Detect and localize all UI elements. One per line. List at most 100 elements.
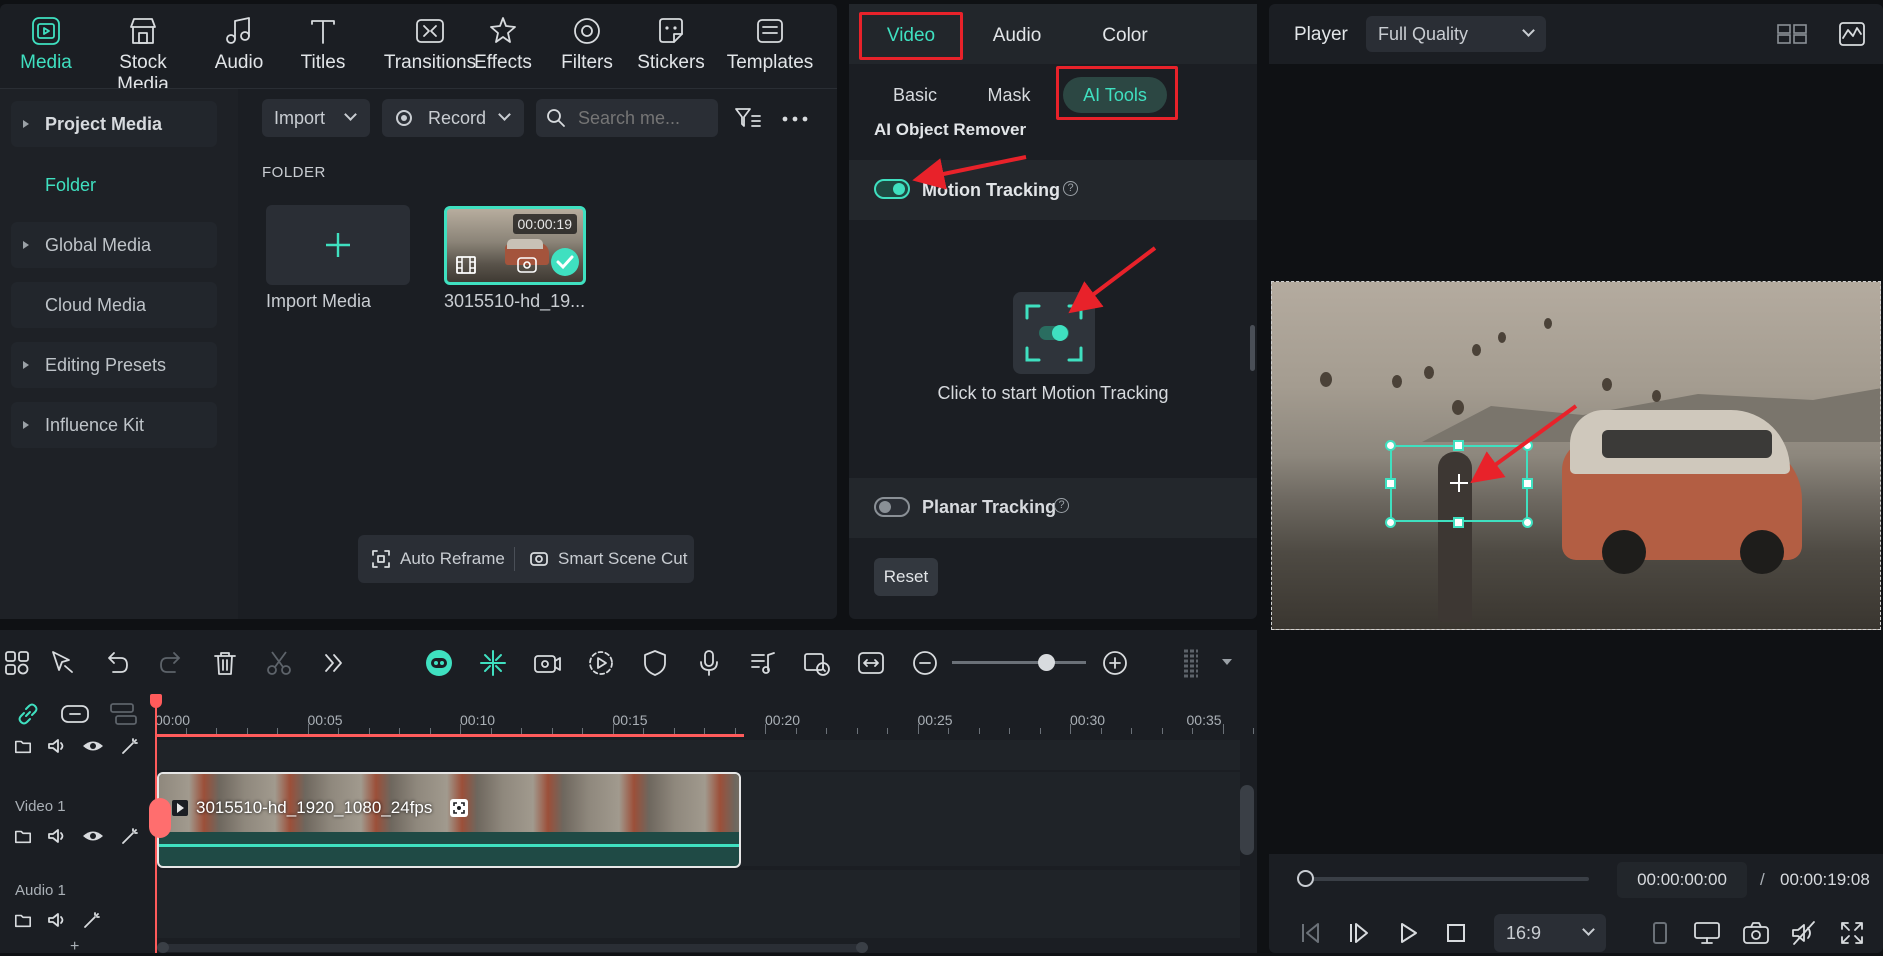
current-time[interactable]: 00:00:00:00 (1617, 862, 1747, 898)
speaker-icon[interactable] (47, 910, 67, 930)
previous-frame-icon[interactable] (1297, 920, 1323, 946)
toolbar-media[interactable]: Media (10, 14, 82, 84)
folder-lock-icon[interactable] (14, 737, 32, 755)
zoom-slider[interactable] (952, 654, 1086, 671)
display-icon[interactable] (1693, 920, 1721, 946)
sidebar-item-global-media[interactable]: Global Media (11, 222, 217, 268)
tracking-handle[interactable] (1385, 517, 1396, 528)
track-density-icon[interactable] (1176, 648, 1206, 678)
microphone-icon[interactable] (694, 648, 724, 678)
shield-mask-icon[interactable] (640, 648, 670, 678)
snapshot-camera-icon[interactable] (1742, 920, 1770, 946)
zoom-knob[interactable] (1037, 654, 1055, 671)
audio-list-icon[interactable] (748, 648, 778, 678)
tab-color[interactable]: Color (1076, 14, 1174, 58)
folder-lock-icon[interactable] (14, 911, 32, 929)
link-clip-icon[interactable] (60, 700, 90, 728)
preview-render-icon[interactable] (802, 648, 832, 678)
scrollbar-knob[interactable] (856, 942, 868, 953)
magic-wand-icon[interactable] (120, 736, 140, 756)
subtab-basic[interactable]: Basic (880, 78, 950, 112)
motion-tracking-toggle[interactable] (874, 179, 910, 199)
toolbar-stock-media[interactable]: Stock Media (92, 14, 194, 95)
video-preview[interactable] (1271, 281, 1881, 630)
toolbar-stickers[interactable]: Stickers (632, 14, 710, 84)
link-icon[interactable] (14, 700, 42, 728)
scopes-icon[interactable] (1838, 20, 1866, 48)
undo-icon[interactable] (102, 648, 132, 678)
ai-copilot-icon[interactable] (424, 648, 454, 678)
toolbar-titles[interactable]: Titles (286, 14, 360, 84)
track-density-dropdown[interactable] (1222, 659, 1232, 665)
magic-wand-icon[interactable] (82, 910, 102, 930)
delete-trash-icon[interactable] (210, 648, 240, 678)
marker-icon[interactable] (1647, 920, 1673, 946)
import-media-tile[interactable] (266, 205, 410, 285)
smart-scene-cut-button[interactable]: Smart Scene Cut (528, 535, 687, 583)
tracking-handle[interactable] (1453, 440, 1464, 451)
record-button[interactable]: Record (382, 99, 524, 137)
magic-wand-icon[interactable] (120, 826, 140, 846)
start-motion-tracking-button[interactable] (1013, 292, 1095, 374)
clip-thumbnail[interactable]: 00:00:19 (444, 206, 586, 285)
toolbar-audio[interactable]: Audio (204, 14, 274, 84)
subtab-mask[interactable]: Mask (974, 78, 1044, 112)
clip-trim-handle[interactable] (149, 798, 171, 838)
planar-tracking-toggle[interactable] (874, 497, 910, 517)
zoom-in-icon[interactable] (1100, 648, 1130, 678)
layout-grid-icon[interactable] (1776, 22, 1808, 46)
tracking-handle[interactable] (1522, 478, 1533, 489)
timeline-video-clip[interactable]: 3015510-hd_1920_1080_24fps (157, 772, 741, 868)
fit-width-icon[interactable] (856, 648, 886, 678)
tracking-handle[interactable] (1522, 517, 1533, 528)
speaker-icon[interactable] (47, 826, 67, 846)
select-cursor-icon[interactable] (48, 648, 78, 678)
scrollbar-knob[interactable] (157, 942, 169, 953)
auto-reframe-button[interactable]: Auto Reframe (370, 535, 505, 583)
properties-scrollbar[interactable] (1250, 325, 1255, 371)
sidebar-item-project-media[interactable]: Project Media (11, 101, 217, 147)
sidebar-item-cloud-media[interactable]: Cloud Media (11, 282, 217, 328)
aspect-ratio-dropdown[interactable]: 16:9 (1494, 914, 1606, 952)
tab-audio[interactable]: Audio (968, 14, 1066, 58)
mute-volume-icon[interactable] (1790, 920, 1818, 946)
add-track-icon[interactable]: + (70, 938, 79, 956)
reset-button[interactable]: Reset (874, 558, 938, 596)
track-manage-icon[interactable] (108, 700, 138, 728)
smart-cutout-icon[interactable] (478, 648, 508, 678)
sidebar-item-folder[interactable]: Folder (11, 162, 217, 208)
progress-knob[interactable] (1297, 870, 1314, 887)
media-search[interactable] (536, 99, 718, 137)
timeline-horizontal-scrollbar[interactable] (162, 944, 862, 952)
toolbar-filters[interactable]: Filters (552, 14, 622, 84)
sidebar-item-influence-kit[interactable]: Influence Kit (11, 402, 217, 448)
tracking-handle[interactable] (1522, 440, 1533, 451)
tracking-handle[interactable] (1385, 478, 1396, 489)
toolbar-effects[interactable]: Effects (468, 14, 538, 84)
playhead-handle[interactable] (150, 694, 162, 708)
toolbar-templates[interactable]: Templates (716, 14, 824, 84)
playback-progress[interactable] (1297, 870, 1589, 887)
stop-icon[interactable] (1443, 920, 1469, 946)
tracking-handle[interactable] (1453, 517, 1464, 528)
filter-sort-icon[interactable] (733, 104, 763, 134)
timeline-vertical-scrollbar[interactable] (1240, 785, 1254, 855)
record-screen-icon[interactable] (532, 648, 562, 678)
sidebar-item-editing-presets[interactable]: Editing Presets (11, 342, 217, 388)
play-icon[interactable] (1395, 920, 1421, 946)
more-tools-chevron-icon[interactable] (318, 648, 348, 678)
redo-icon[interactable] (156, 648, 186, 678)
next-frame-icon[interactable] (1346, 920, 1372, 946)
scissors-icon[interactable] (264, 648, 294, 678)
help-icon[interactable]: ? (1063, 181, 1078, 196)
zoom-out-icon[interactable] (910, 648, 940, 678)
fullscreen-icon[interactable] (1839, 920, 1865, 946)
import-button[interactable]: Import (262, 99, 370, 137)
search-input[interactable] (578, 105, 708, 131)
eye-icon[interactable] (82, 826, 104, 846)
eye-icon[interactable] (82, 736, 104, 756)
speaker-icon[interactable] (47, 736, 67, 756)
quality-dropdown[interactable]: Full Quality (1366, 16, 1546, 52)
more-options-icon[interactable] (780, 104, 810, 134)
help-icon[interactable]: ? (1054, 498, 1069, 513)
